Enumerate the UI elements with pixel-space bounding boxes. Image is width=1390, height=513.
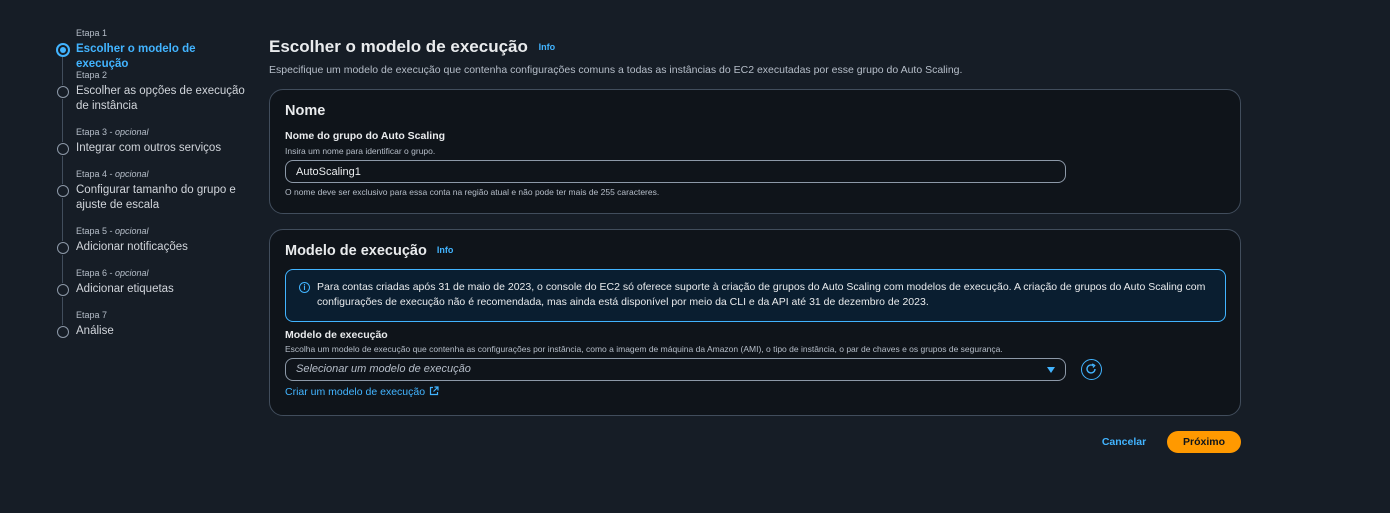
step-number: Etapa 7 xyxy=(76,310,107,320)
external-link-icon xyxy=(429,386,439,396)
launch-template-title-text: Modelo de execução xyxy=(285,243,427,259)
launch-template-select-placeholder: Selecionar um modelo de execução xyxy=(296,363,471,375)
asg-name-label: Nome do grupo do Auto Scaling xyxy=(285,130,446,142)
info-circle-icon: i xyxy=(299,282,310,293)
page-title: Escolher o modelo de execução Info xyxy=(269,37,555,57)
step-number-text: Etapa 3 xyxy=(76,127,108,137)
step-number-text: Etapa 2 xyxy=(76,70,108,80)
step-optional-tag: opcional xyxy=(115,169,149,179)
step-connector xyxy=(62,156,63,184)
refresh-button[interactable] xyxy=(1081,359,1102,380)
step-optional-tag: opcional xyxy=(115,226,149,236)
step-number: Etapa 3 - opcional xyxy=(76,127,149,137)
step-indicator-icon xyxy=(57,185,69,197)
info-alert: i Para contas criadas após 31 de maio de… xyxy=(285,269,1226,322)
launch-template-description: Escolha um modelo de execução que conten… xyxy=(285,344,1003,354)
step-number: Etapa 5 - opcional xyxy=(76,226,149,236)
page-description: Especifique um modelo de execução que co… xyxy=(269,64,963,76)
launch-template-card: Modelo de execução Info i Para contas cr… xyxy=(269,229,1241,416)
step-connector xyxy=(62,198,63,241)
launch-template-card-title: Modelo de execução Info xyxy=(285,243,453,259)
step-number: Etapa 6 - opcional xyxy=(76,268,149,278)
step-number-text: Etapa 5 xyxy=(76,226,108,236)
step-label: Escolher o modelo de execução xyxy=(76,43,196,70)
step-label[interactable]: Integrar com outros serviços xyxy=(76,141,251,156)
name-card: Nome Nome do grupo do Auto Scaling Insir… xyxy=(269,89,1241,214)
step-number-text: Etapa 7 xyxy=(76,310,108,320)
step-indicator-icon xyxy=(57,284,69,296)
asg-name-constraint: O nome deve ser exclusivo para essa cont… xyxy=(285,187,660,197)
step-active-indicator-icon xyxy=(56,43,70,57)
next-button[interactable]: Próximo xyxy=(1167,431,1241,453)
step-connector xyxy=(62,297,63,325)
step-label[interactable]: Configurar tamanho do grupo e ajuste de … xyxy=(76,183,251,213)
info-alert-text: Para contas criadas após 31 de maio de 2… xyxy=(317,281,1206,308)
caret-down-icon xyxy=(1047,367,1055,373)
step-label[interactable]: Análise xyxy=(76,324,251,339)
name-card-title: Nome xyxy=(285,103,326,119)
create-launch-template-link[interactable]: Criar um modelo de execução xyxy=(285,386,439,398)
step-number-text: Etapa 1 xyxy=(76,28,108,38)
step-indicator-icon xyxy=(57,86,69,98)
launch-template-select[interactable]: Selecionar um modelo de execução xyxy=(285,358,1066,381)
refresh-icon xyxy=(1086,363,1096,374)
page-title-text: Escolher o modelo de execução xyxy=(269,37,528,56)
step-label[interactable]: Adicionar notificações xyxy=(76,240,251,255)
step-label[interactable]: Escolher as opções de execução de instân… xyxy=(76,84,251,114)
step-optional-tag: opcional xyxy=(115,127,149,137)
step-connector xyxy=(62,99,63,142)
launch-template-info-link[interactable]: Info xyxy=(437,245,454,255)
asg-name-description: Insira um nome para identificar o grupo. xyxy=(285,146,436,156)
step-indicator-icon xyxy=(57,326,69,338)
create-launch-template-link-text: Criar um modelo de execução xyxy=(285,386,426,398)
step-connector xyxy=(62,57,63,85)
step-indicator-icon xyxy=(57,242,69,254)
step-optional-tag: opcional xyxy=(115,268,149,278)
info-link[interactable]: Info xyxy=(539,42,556,52)
step-number: Etapa 1 xyxy=(76,28,107,38)
step-label[interactable]: Adicionar etiquetas xyxy=(76,282,251,297)
step-number-text: Etapa 6 xyxy=(76,268,108,278)
step-indicator-icon xyxy=(57,143,69,155)
step-number: Etapa 4 - opcional xyxy=(76,169,149,179)
step-number-text: Etapa 4 xyxy=(76,169,108,179)
step-number: Etapa 2 xyxy=(76,70,107,80)
step-connector xyxy=(62,255,63,283)
cancel-button[interactable]: Cancelar xyxy=(1096,431,1152,453)
asg-name-input[interactable] xyxy=(285,160,1066,183)
launch-template-label: Modelo de execução xyxy=(285,329,388,341)
